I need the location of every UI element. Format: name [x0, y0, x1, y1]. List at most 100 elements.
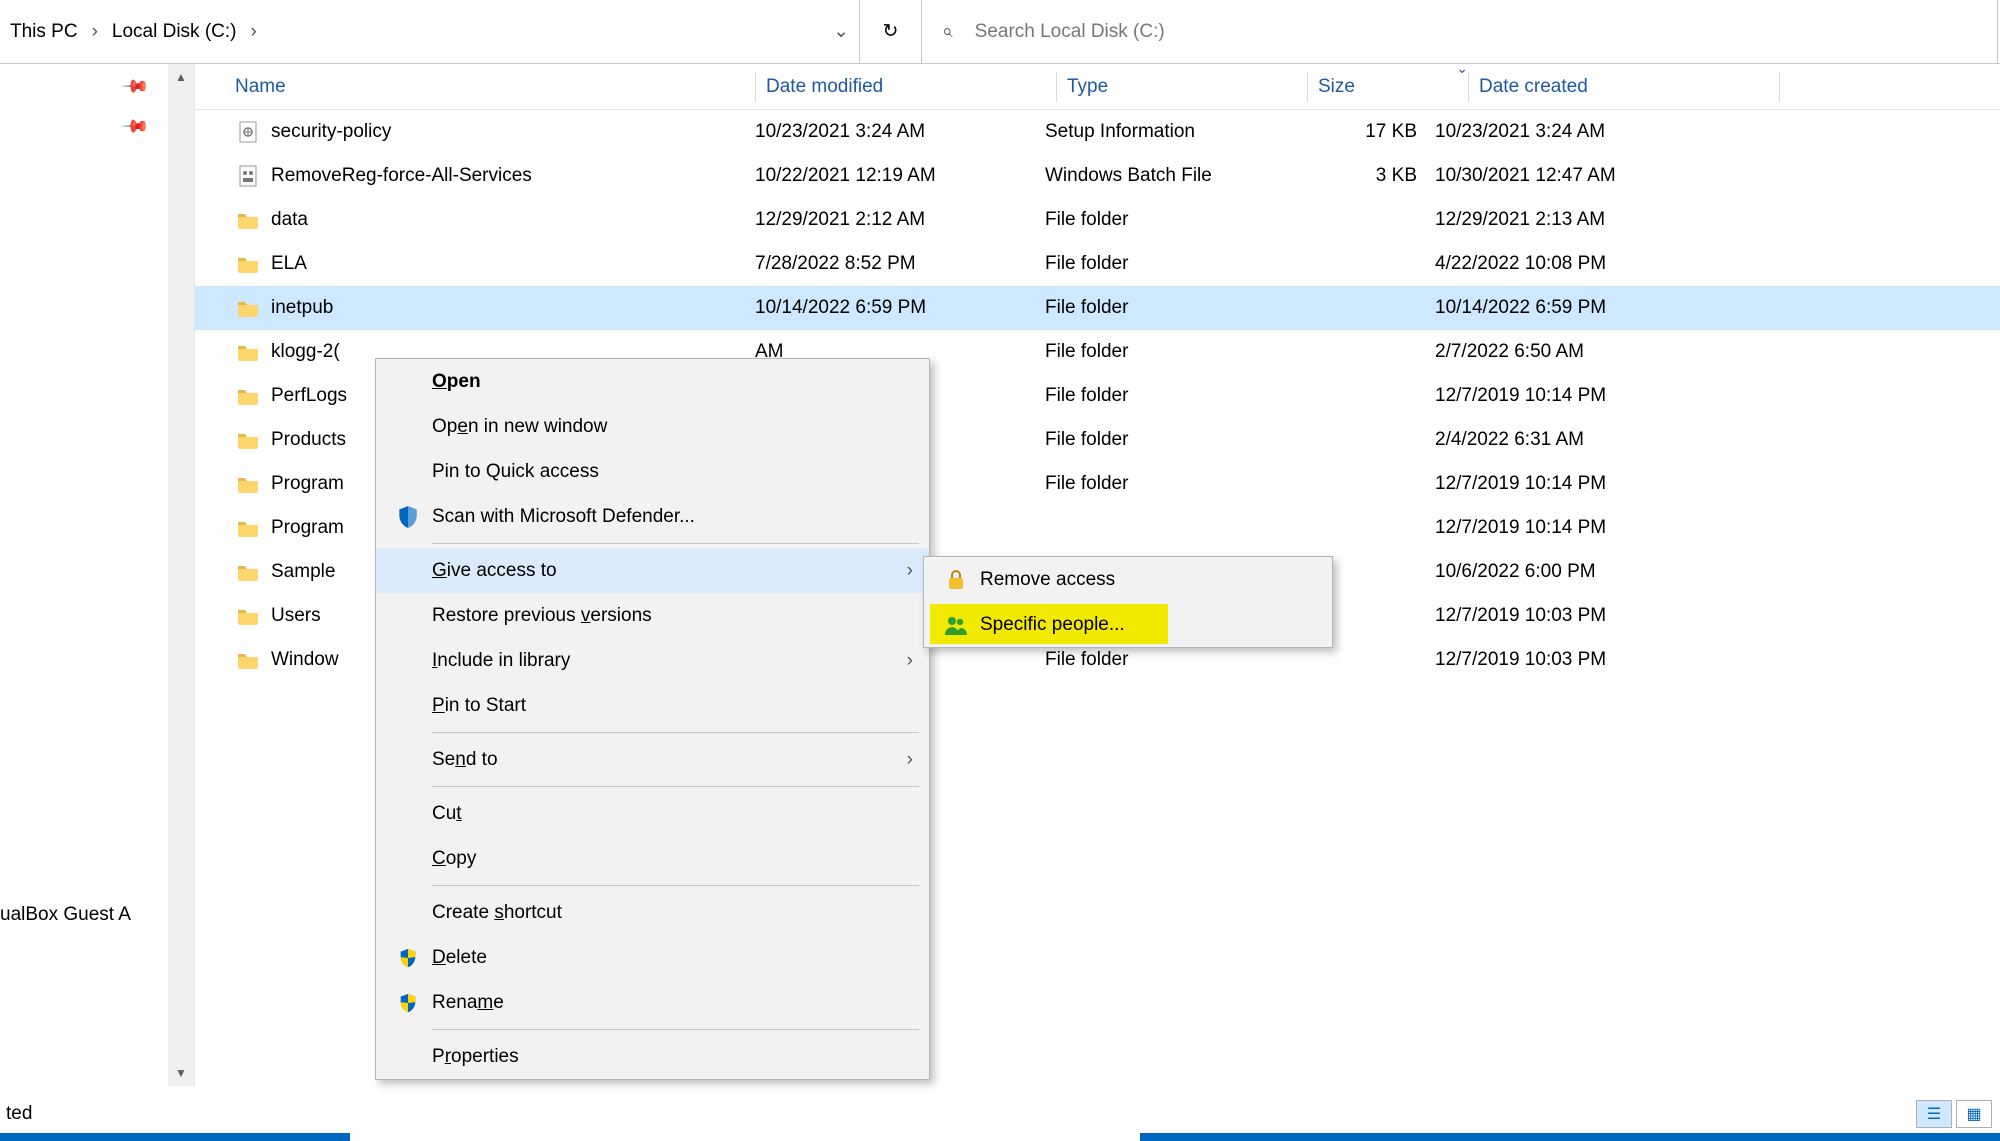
ctx-rename[interactable]: Rename [376, 980, 929, 1025]
address-dropdown-icon[interactable]: ⌄ [833, 20, 849, 43]
ctx-pin-quick-access[interactable]: Pin to Quick access [376, 449, 929, 494]
cell-created: 10/6/2022 6:00 PM [1435, 561, 1735, 583]
ctx-cut[interactable]: Cut [376, 791, 929, 836]
ctx-include-in-library[interactable]: Include in library › [376, 638, 929, 683]
folder-icon [235, 429, 261, 451]
uac-shield-icon [390, 947, 426, 969]
file-row[interactable]: inetpub10/14/2022 6:59 PMFile folder10/1… [195, 286, 2000, 330]
cell-type: File folder [1045, 473, 1285, 495]
cell-created: 12/7/2019 10:14 PM [1435, 473, 1735, 495]
ctx-create-shortcut[interactable]: Create shortcut [376, 890, 929, 935]
details-view-button[interactable]: ☰ [1916, 1100, 1952, 1128]
cell-type: File folder [1045, 297, 1285, 319]
breadcrumb-this-pc[interactable]: This PC [6, 21, 82, 43]
ctx-open[interactable]: Open [376, 359, 929, 404]
ctx-delete[interactable]: Delete [376, 935, 929, 980]
cell-date: 10/22/2021 12:19 AM [755, 165, 1045, 187]
file-row[interactable]: data12/29/2021 2:12 AMFile folder12/29/2… [195, 198, 2000, 242]
ctx-pin-to-start[interactable]: Pin to Start [376, 683, 929, 728]
status-bar: ted ☰ ▦ [0, 1086, 2000, 1141]
status-text: ted [0, 1103, 32, 1125]
pin-icon[interactable]: 📌 [119, 111, 150, 142]
address-bar[interactable]: This PC › Local Disk (C:) › ⌄ [0, 0, 860, 63]
ctx-send-to[interactable]: Send to › [376, 737, 929, 782]
cell-type: File folder [1045, 649, 1285, 671]
file-name: data [271, 209, 308, 231]
cell-date: 7/28/2022 8:52 PM [755, 253, 1045, 275]
sidebar-scrollbar[interactable]: ▲ ▼ [168, 64, 194, 1086]
topbar: This PC › Local Disk (C:) › ⌄ ↻ ⌕ [0, 0, 2000, 64]
file-name: Sample [271, 561, 335, 583]
col-name[interactable]: Name [235, 76, 755, 98]
file-name: klogg-2( [271, 341, 340, 363]
search-bar[interactable]: ⌕ [922, 0, 1998, 63]
file-row[interactable]: ELA 7/28/2022 8:52 PMFile folder 4/22/2022… [195, 242, 2000, 286]
cell-created: 10/14/2022 6:59 PM [1435, 297, 1735, 319]
folder-icon [235, 561, 261, 583]
cell-type: File folder [1045, 209, 1285, 231]
file-name: security-policy [271, 121, 391, 143]
folder-icon [235, 297, 261, 319]
ctx-properties[interactable]: Properties [376, 1034, 929, 1079]
folder-icon [235, 253, 261, 275]
cell-created: 4/22/2022 10:08 PM [1435, 253, 1735, 275]
cell-type: File folder [1045, 341, 1285, 363]
refresh-icon: ↻ [883, 20, 899, 43]
file-name: Products [271, 429, 346, 451]
folder-icon [235, 473, 261, 495]
ctx-restore-versions[interactable]: Restore previous versions [376, 593, 929, 638]
thumbnails-view-button[interactable]: ▦ [1956, 1100, 1992, 1128]
chevron-right-icon[interactable]: › [82, 21, 108, 43]
subctx-specific-people[interactable]: Specific people... [924, 602, 1332, 647]
defender-shield-icon [390, 504, 426, 530]
ctx-open-new-window[interactable]: Open in new window [376, 404, 929, 449]
folder-icon [235, 649, 261, 671]
chevron-right-icon[interactable]: › [240, 21, 266, 43]
file-name: Program [271, 517, 344, 539]
folder-icon [235, 517, 261, 539]
bat-file-icon [235, 165, 261, 187]
file-name: Window [271, 649, 339, 671]
submenu-arrow-icon: › [907, 560, 913, 582]
cell-type: File folder [1045, 253, 1285, 275]
file-name: Users [271, 605, 321, 627]
cell-date: 10/14/2022 6:59 PM [755, 297, 1045, 319]
give-access-submenu: Remove access Specific people... [923, 556, 1333, 648]
scroll-up-arrow-icon[interactable]: ▲ [168, 64, 194, 90]
file-row[interactable]: RemoveReg-force-All-Services10/22/2021 1… [195, 154, 2000, 198]
cell-created: 12/7/2019 10:03 PM [1435, 649, 1735, 671]
subctx-remove-access[interactable]: Remove access [924, 557, 1332, 602]
folder-icon [235, 209, 261, 231]
breadcrumb-local-disk[interactable]: Local Disk (C:) [108, 21, 241, 43]
cell-created: 12/29/2021 2:13 AM [1435, 209, 1735, 231]
progress-bar-right [1140, 1133, 2000, 1141]
refresh-button[interactable]: ↻ [860, 0, 922, 63]
details-view-icon: ☰ [1927, 1104, 1941, 1124]
col-date-modified[interactable]: Date modified [766, 76, 1056, 98]
pin-icon[interactable]: 📌 [119, 71, 150, 102]
sidebar: 📌 📌 ualBox Guest A ▲ ▼ [0, 64, 195, 1086]
cell-created: 10/23/2021 3:24 AM [1435, 121, 1735, 143]
thumbnails-view-icon: ▦ [1966, 1104, 1981, 1124]
file-row[interactable]: security-policy 10/23/2021 3:24 AM Setup I… [195, 110, 2000, 154]
cell-type: Setup Information [1045, 121, 1285, 143]
col-size[interactable]: Size ⌄ [1318, 76, 1468, 98]
file-name: PerfLogs [271, 385, 347, 407]
ctx-copy[interactable]: Copy [376, 836, 929, 881]
cell-type: File folder [1045, 385, 1285, 407]
cell-created: 2/7/2022 6:50 AM [1435, 341, 1735, 363]
ctx-scan-defender[interactable]: Scan with Microsoft Defender... [376, 494, 929, 539]
sidebar-item[interactable]: ualBox Guest A [0, 904, 131, 926]
folder-icon [235, 605, 261, 627]
search-icon: ⌕ [942, 21, 953, 43]
col-type[interactable]: Type [1067, 76, 1307, 98]
ctx-give-access-to[interactable]: Give access to › [376, 548, 929, 593]
file-name: ELA [271, 253, 307, 275]
file-name: inetpub [271, 297, 333, 319]
cell-type: File folder [1045, 429, 1285, 451]
scroll-down-arrow-icon[interactable]: ▼ [168, 1060, 194, 1086]
view-toggles: ☰ ▦ [1916, 1100, 1992, 1128]
search-input[interactable] [975, 21, 1997, 43]
col-date-created[interactable]: Date created [1479, 76, 1779, 98]
cell-created: 12/7/2019 10:14 PM [1435, 385, 1735, 407]
